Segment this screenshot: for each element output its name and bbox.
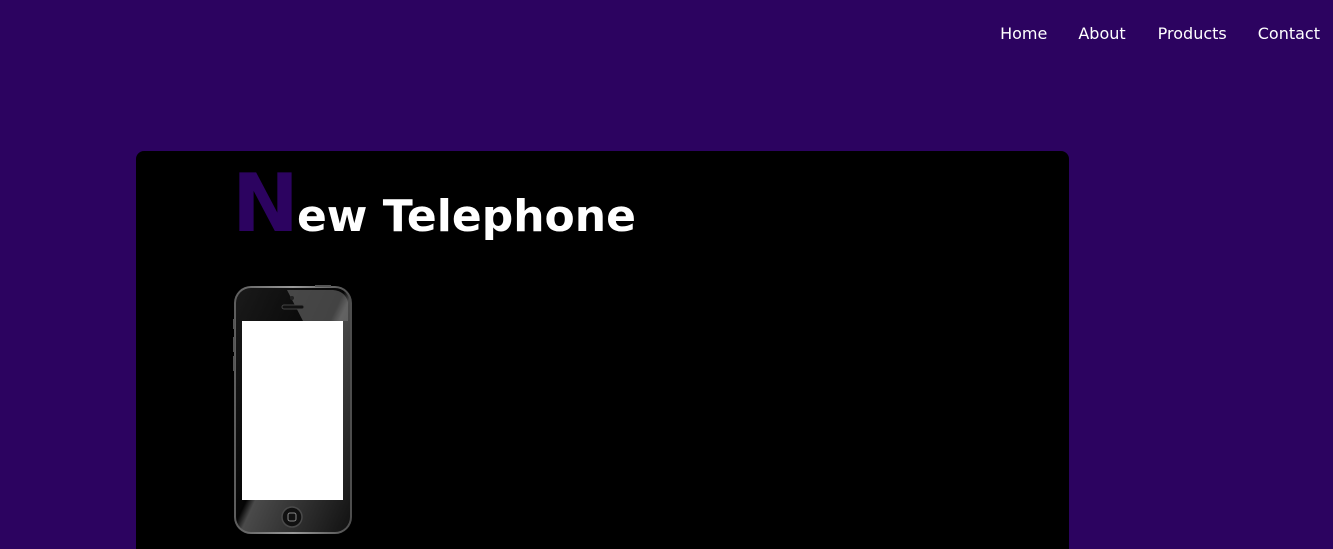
nav-products-link[interactable]: Products <box>1158 24 1227 44</box>
nav-about-link[interactable]: About <box>1078 24 1125 44</box>
hero-panel: New Telephone <box>136 151 1069 549</box>
hero-title: New Telephone <box>232 164 636 244</box>
top-navigation: Home About Products Contact <box>1000 23 1333 45</box>
smartphone-icon <box>232 284 353 535</box>
hero-title-rest: ew Telephone <box>296 191 636 242</box>
page: Home About Products Contact New Telephon… <box>0 0 1333 549</box>
nav-contact-link[interactable]: Contact <box>1258 24 1320 44</box>
nav-home-link[interactable]: Home <box>1000 24 1047 44</box>
hero-title-initial: N <box>232 157 299 250</box>
